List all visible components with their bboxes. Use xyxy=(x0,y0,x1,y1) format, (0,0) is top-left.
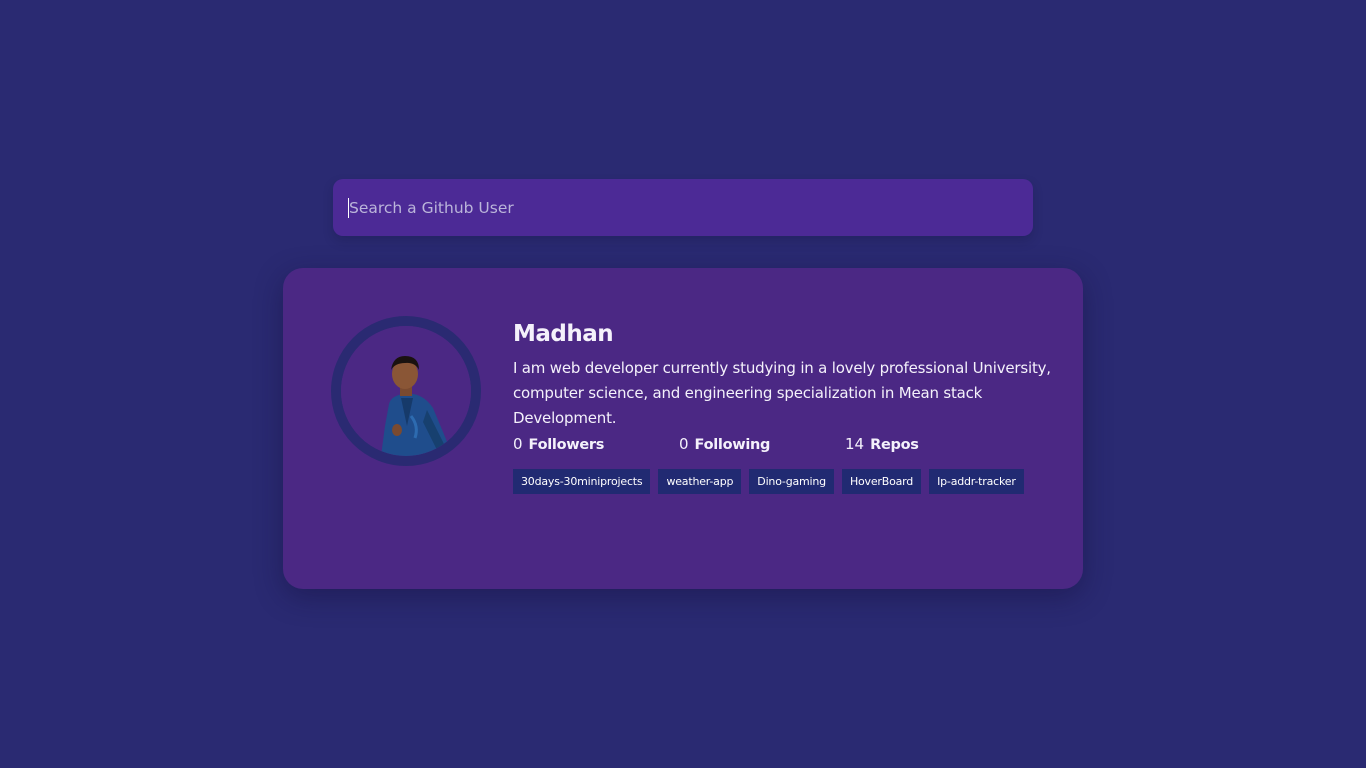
repos-count: 14 xyxy=(845,434,865,453)
search-input[interactable] xyxy=(333,179,1033,236)
following-label: Following xyxy=(694,436,771,453)
followers-count: 0 xyxy=(513,434,523,453)
repo-link[interactable]: 30days-30miniprojects xyxy=(513,469,651,494)
repo-link[interactable]: Ip-addr-tracker xyxy=(929,469,1024,494)
user-stats: 0 Followers 0 Following 14 Repos xyxy=(513,431,1053,456)
repo-link[interactable]: HoverBoard xyxy=(841,469,922,494)
user-name: Madhan xyxy=(513,321,614,347)
followers-label: Followers xyxy=(528,436,605,453)
repos-label: Repos xyxy=(870,436,919,453)
stat-followers: 0 Followers xyxy=(513,435,679,453)
stat-repos: 14 Repos xyxy=(845,435,1011,453)
text-caret xyxy=(348,198,349,218)
user-bio: I am web developer currently studying in… xyxy=(513,359,1051,427)
repo-list: 30days-30miniprojects weather-app Dino-g… xyxy=(513,469,1033,504)
user-info: Madhan I am web developer currently stud… xyxy=(513,318,1053,504)
repo-link[interactable]: weather-app xyxy=(658,469,742,494)
repo-link[interactable]: Dino-gaming xyxy=(749,469,834,494)
stat-following: 0 Following xyxy=(679,435,845,453)
avatar xyxy=(331,316,481,466)
avatar-photo xyxy=(341,326,471,456)
profile-card: Madhan I am web developer currently stud… xyxy=(283,268,1083,589)
search-form xyxy=(333,179,1033,236)
following-count: 0 xyxy=(679,434,689,453)
